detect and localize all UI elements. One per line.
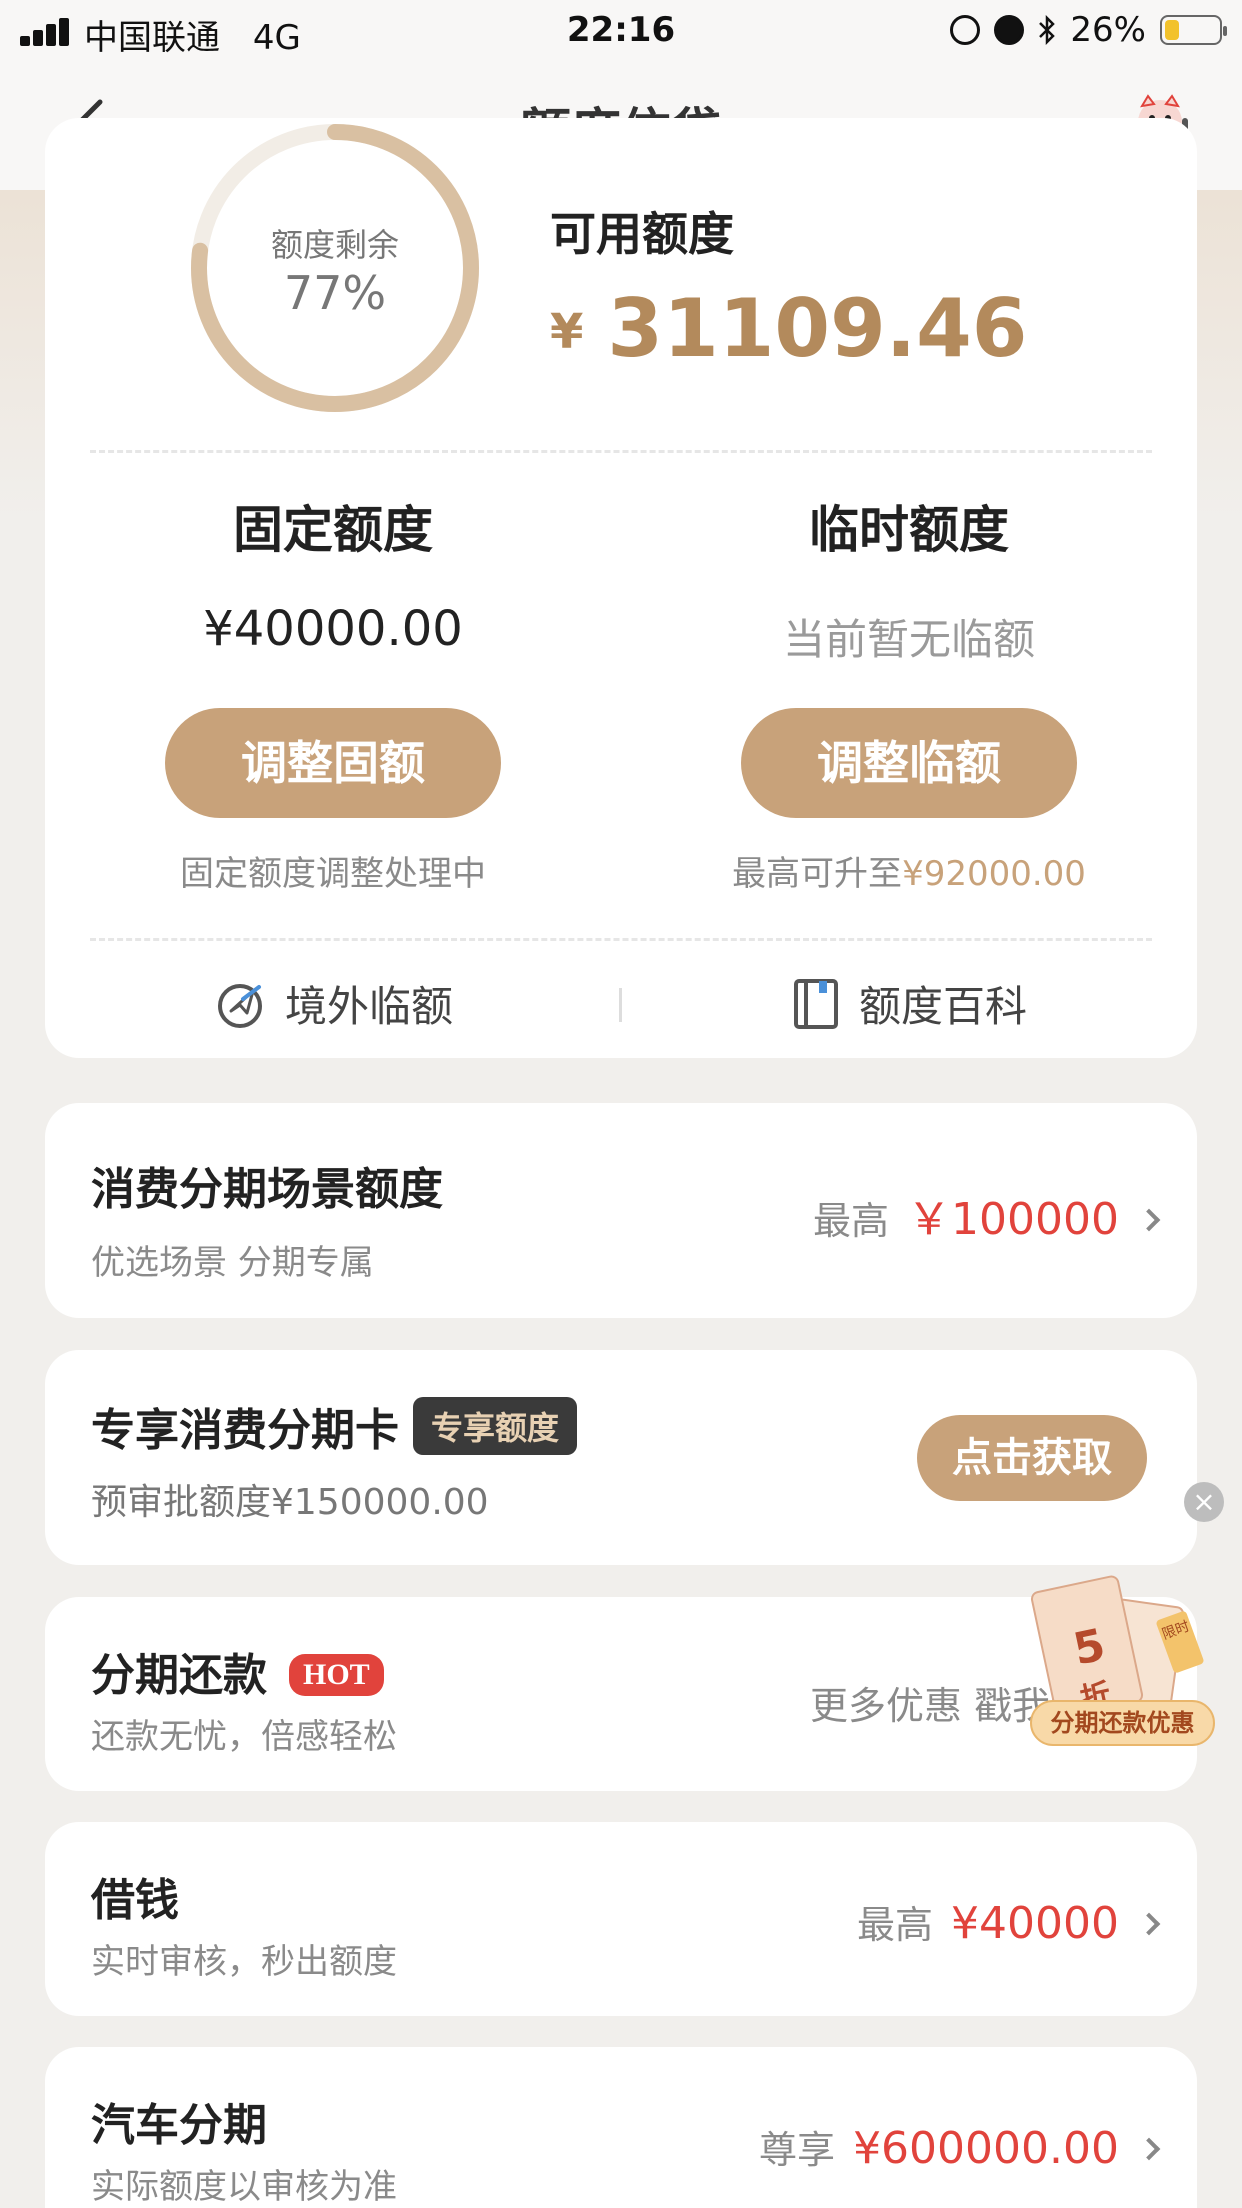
- row-title: 专享消费分期卡: [91, 1405, 399, 1456]
- plane-globe-icon: [217, 983, 262, 1028]
- row-title: 分期还款: [91, 1650, 267, 1701]
- adjust-temp-button[interactable]: 调整临额: [741, 708, 1077, 818]
- adjust-fixed-button[interactable]: 调整固额: [165, 708, 501, 818]
- row-subtitle: 实时审核，秒出额度: [91, 1942, 397, 1982]
- borrow-row[interactable]: 借钱 实时审核，秒出额度 最高 ¥40000: [45, 1822, 1197, 2016]
- row-subtitle: 还款无忧，倍感轻松: [91, 1717, 397, 1757]
- car-installment-row[interactable]: 汽车分期 实际额度以审核为准 尊享 ¥600000.00: [45, 2047, 1197, 2208]
- fixed-quota-note: 固定额度调整处理中: [180, 854, 486, 894]
- close-icon[interactable]: ×: [1184, 1482, 1224, 1522]
- row-title-wrap: 分期还款 HOT: [91, 1639, 384, 1703]
- row-subtitle: 预审批额度¥150000.00: [91, 1482, 489, 1523]
- quota-wiki-label: 额度百科: [858, 982, 1027, 1031]
- row-prefix: 最高: [813, 1199, 890, 1243]
- row-right-info: 最高 ￥100000: [813, 1183, 1161, 1247]
- row-title: 消费分期场景额度: [91, 1164, 443, 1215]
- exclusive-tag: 专享额度: [413, 1397, 578, 1455]
- book-icon: [793, 978, 838, 1029]
- overseas-quota-link[interactable]: 境外临额: [45, 973, 621, 1034]
- temp-quota-note: 最高可升至¥92000.00: [621, 846, 1197, 895]
- installment-scene-row[interactable]: 消费分期场景额度 优选场景 分期专属 最高 ￥100000: [45, 1103, 1197, 1318]
- get-card-button[interactable]: 点击获取: [917, 1415, 1147, 1501]
- divider: [90, 938, 1152, 941]
- promo-badge[interactable]: 5 折 限时 分期还款优惠: [1029, 1572, 1215, 1747]
- row-prefix: 最高: [857, 1903, 934, 1947]
- alarm-icon: [994, 15, 1025, 45]
- available-amount: ¥31109.46: [550, 282, 1027, 375]
- row-title: 汽车分期: [91, 2100, 267, 2151]
- row-right-info: 最高 ¥40000: [857, 1894, 1161, 1949]
- divider: [90, 450, 1152, 453]
- battery-percent: 26%: [1070, 10, 1146, 50]
- hot-tag: HOT: [289, 1654, 384, 1696]
- available-amount-value: 31109.46: [607, 282, 1028, 375]
- temp-note-prefix: 最高可升至: [732, 854, 903, 894]
- currency-symbol: ¥: [550, 304, 584, 360]
- bluetooth-icon: [1039, 15, 1056, 45]
- quota-card: 额度剩余 77% 可用额度 ¥31109.46 固定额度 ¥40000.00 调…: [45, 118, 1197, 1058]
- row-amount: ￥100000: [907, 1194, 1119, 1245]
- row-title-wrap: 专享消费分期卡 专享额度: [91, 1394, 578, 1458]
- fixed-quota-title: 固定额度: [233, 501, 433, 559]
- row-title: 借钱: [91, 1875, 179, 1926]
- temp-quota-title: 临时额度: [809, 501, 1009, 559]
- overseas-quota-label: 境外临额: [284, 982, 453, 1031]
- temp-quota-value: 当前暂无临额: [782, 615, 1035, 664]
- status-bar: 中国联通 4G 22:16 26%: [0, 0, 1242, 62]
- battery-icon: [1160, 15, 1227, 45]
- temp-note-amount: ¥92000.00: [902, 854, 1086, 894]
- exclusive-card-row: 专享消费分期卡 专享额度 预审批额度¥150000.00 点击获取: [45, 1350, 1197, 1565]
- ring-label: 额度剩余: [270, 226, 399, 264]
- chevron-right-icon: [1137, 2137, 1161, 2161]
- orientation-lock-icon: [950, 15, 981, 45]
- chevron-right-icon: [1137, 1208, 1161, 1232]
- vertical-separator: [619, 988, 622, 1022]
- available-label: 可用额度: [550, 207, 734, 261]
- promo-label: 分期还款优惠: [1030, 1700, 1215, 1746]
- row-subtitle: 优选场景 分期专属: [91, 1243, 374, 1283]
- battery-level: [1165, 20, 1179, 40]
- row-amount: ¥600000.00: [853, 2123, 1119, 2174]
- chevron-right-icon: [1137, 1912, 1161, 1936]
- row-subtitle: 实际额度以审核为准: [91, 2167, 397, 2207]
- installment-repay-row[interactable]: 分期还款 HOT 还款无忧，倍感轻松 更多优惠 戳我参: [45, 1597, 1197, 1791]
- fixed-quota-value: ¥40000.00: [203, 601, 463, 657]
- row-amount: ¥40000: [951, 1898, 1119, 1949]
- ring-percent: 77%: [283, 266, 387, 320]
- row-right-info: 尊享 ¥600000.00: [759, 2119, 1161, 2174]
- quota-wiki-link[interactable]: 额度百科: [621, 973, 1197, 1034]
- status-right: 26%: [950, 10, 1227, 50]
- row-prefix: 尊享: [759, 2128, 836, 2172]
